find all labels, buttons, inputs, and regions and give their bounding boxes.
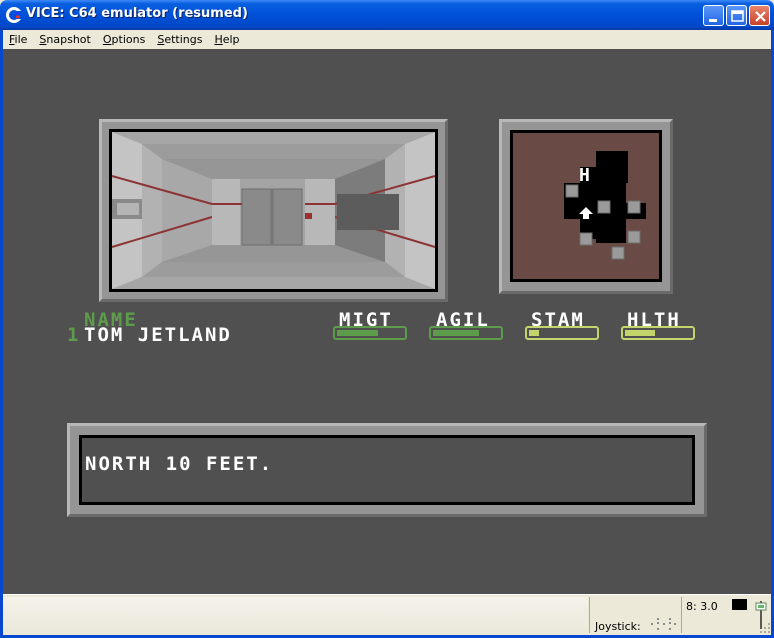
maximize-button[interactable] [726,5,747,26]
minimize-icon [709,19,717,22]
minimize-button[interactable] [703,5,724,26]
menu-file[interactable]: File [3,33,33,46]
drive-led [732,599,747,610]
minimap-frame: H [499,119,673,294]
message-box-frame: NORTH 10 FEET. [67,423,707,517]
stat-fill-agil [433,330,480,336]
title-bar: VICE: C64 emulator (resumed) [0,0,774,30]
resize-grip-icon[interactable] [759,622,771,634]
menu-bar: File Snapshot Options Settings Help [3,30,771,49]
status-bar: Joystick: 8: 3.0 [3,594,771,635]
first-person-view-frame [99,119,448,302]
stat-fill-hlth [625,330,655,336]
menu-snapshot[interactable]: Snapshot [33,33,96,46]
character-name[interactable]: TOM JETLAND [84,326,232,345]
menu-options[interactable]: Options [97,33,151,46]
minimap-marker: H [579,165,592,186]
message-text: NORTH 10 FEET. [85,453,274,475]
c64-screen[interactable]: H NAME 1 TOM JETLAND MIGT AGIL STAM HLTH… [3,49,771,594]
status-divider [681,597,682,633]
dungeon-corridor-view [109,129,438,292]
drive-speed: 8: 3.0 [686,600,718,613]
stat-fill-stam [529,330,539,336]
message-box: NORTH 10 FEET. [79,435,695,505]
vice-app-icon[interactable] [6,7,22,23]
window-title: VICE: C64 emulator (resumed) [26,6,248,21]
status-divider [589,597,590,633]
minimap [510,130,662,282]
party-slot-number: 1 [67,324,81,346]
status-message-area [3,597,588,633]
stat-bar-stam [525,326,599,340]
stat-bar-agil [429,326,503,340]
maximize-icon [731,10,744,22]
stat-bar-migt [333,326,407,340]
stat-fill-migt [337,330,378,336]
menu-help[interactable]: Help [208,33,245,46]
joystick-label: Joystick: [595,620,641,633]
stat-bar-hlth [621,326,695,340]
close-button[interactable] [749,5,770,26]
close-icon [755,11,766,22]
joystick-indicator-icon[interactable] [647,617,677,631]
menu-settings[interactable]: Settings [151,33,208,46]
